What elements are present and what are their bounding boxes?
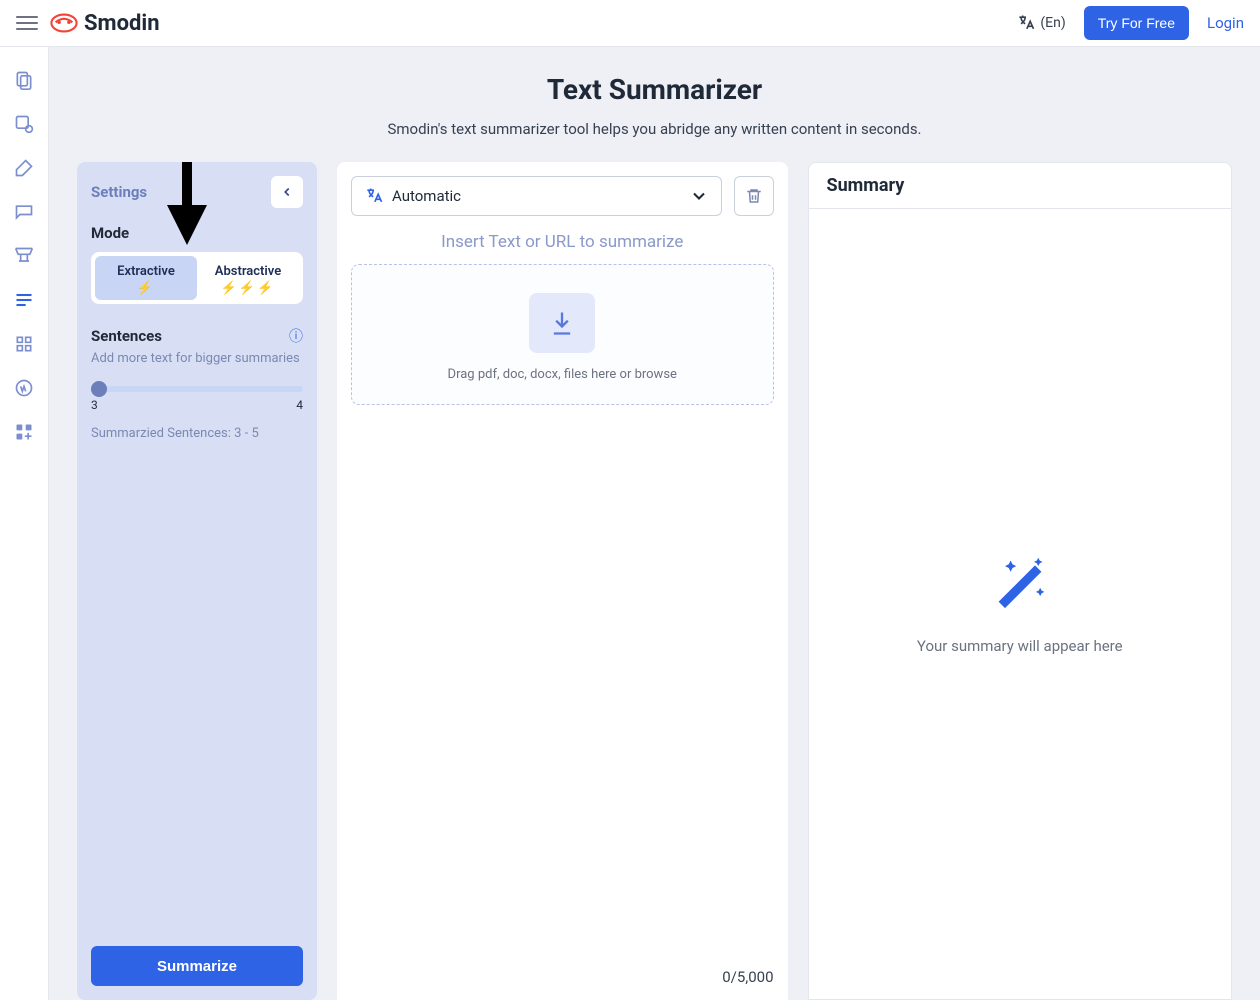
rail-icon-8[interactable] <box>13 377 35 399</box>
input-panel: Automatic Insert Text or URL to summariz… <box>337 162 788 1000</box>
settings-title: Settings <box>91 183 147 201</box>
mode-extractive[interactable]: Extractive ⚡ <box>95 256 197 300</box>
sentences-label: Sentences <box>91 327 162 345</box>
translate-icon <box>364 186 384 206</box>
slider-min: 3 <box>91 398 98 412</box>
trash-icon <box>745 187 763 205</box>
smodin-icon <box>50 12 78 34</box>
rail-icon-summarizer[interactable] <box>13 289 35 311</box>
rail-icon-2[interactable] <box>13 113 35 135</box>
char-counter: 0/5,000 <box>351 960 774 986</box>
rail-icon-9[interactable] <box>13 421 35 443</box>
file-dropzone[interactable]: Drag pdf, doc, docx, files here or brows… <box>351 264 774 405</box>
summary-panel: Summary Your summary will appear here <box>808 162 1233 1000</box>
bolt-icon: ⚡ <box>99 281 193 296</box>
summary-title: Summary <box>809 163 1232 209</box>
input-language-value: Automatic <box>392 187 681 205</box>
slider-thumb[interactable] <box>91 381 107 397</box>
dropzone-text: Drag pdf, doc, docx, files here or brows… <box>362 367 763 382</box>
chevron-down-icon <box>689 186 709 206</box>
login-link[interactable]: Login <box>1207 14 1244 32</box>
info-icon[interactable]: ⓘ <box>289 326 303 346</box>
summary-sentence-count: Summarzied Sentences: 3 - 5 <box>91 426 303 441</box>
language-selector[interactable]: (En) <box>1016 13 1065 33</box>
left-tool-rail <box>0 47 49 1000</box>
download-icon <box>529 293 595 353</box>
menu-button[interactable] <box>16 12 38 34</box>
summarize-button[interactable]: Summarize <box>91 946 303 986</box>
clear-input-button[interactable] <box>734 176 774 216</box>
mode-abstractive[interactable]: Abstractive ⚡⚡⚡ <box>197 256 299 300</box>
rail-icon-3[interactable] <box>13 157 35 179</box>
try-free-button[interactable]: Try For Free <box>1084 6 1189 40</box>
slider-max: 4 <box>296 398 303 412</box>
sentences-slider[interactable]: 3 4 <box>91 386 303 412</box>
settings-panel: Settings Mode Extractive ⚡ Abstractive ⚡… <box>77 162 317 1000</box>
language-label: (En) <box>1040 15 1065 31</box>
rail-icon-1[interactable] <box>13 69 35 91</box>
mode-label: Mode <box>91 224 303 242</box>
brand-logo[interactable]: Smodin <box>50 11 160 36</box>
translate-icon <box>1016 13 1036 33</box>
rail-icon-4[interactable] <box>13 201 35 223</box>
input-placeholder-title: Insert Text or URL to summarize <box>351 232 774 252</box>
rail-icon-7[interactable] <box>13 333 35 355</box>
brand-text: Smodin <box>84 11 160 36</box>
summary-empty-text: Your summary will appear here <box>917 637 1123 655</box>
page-subtitle: Smodin's text summarizer tool helps you … <box>77 120 1232 138</box>
input-language-dropdown[interactable]: Automatic <box>351 176 722 216</box>
chevron-left-icon <box>280 185 294 199</box>
magic-wand-icon <box>990 553 1050 613</box>
sentences-hint: Add more text for bigger summaries <box>91 350 303 368</box>
collapse-settings-button[interactable] <box>271 176 303 208</box>
mode-toggle: Extractive ⚡ Abstractive ⚡⚡⚡ <box>91 252 303 304</box>
bolt-icon: ⚡⚡⚡ <box>201 281 295 296</box>
rail-icon-5[interactable] <box>13 245 35 267</box>
page-title: Text Summarizer <box>77 73 1232 106</box>
